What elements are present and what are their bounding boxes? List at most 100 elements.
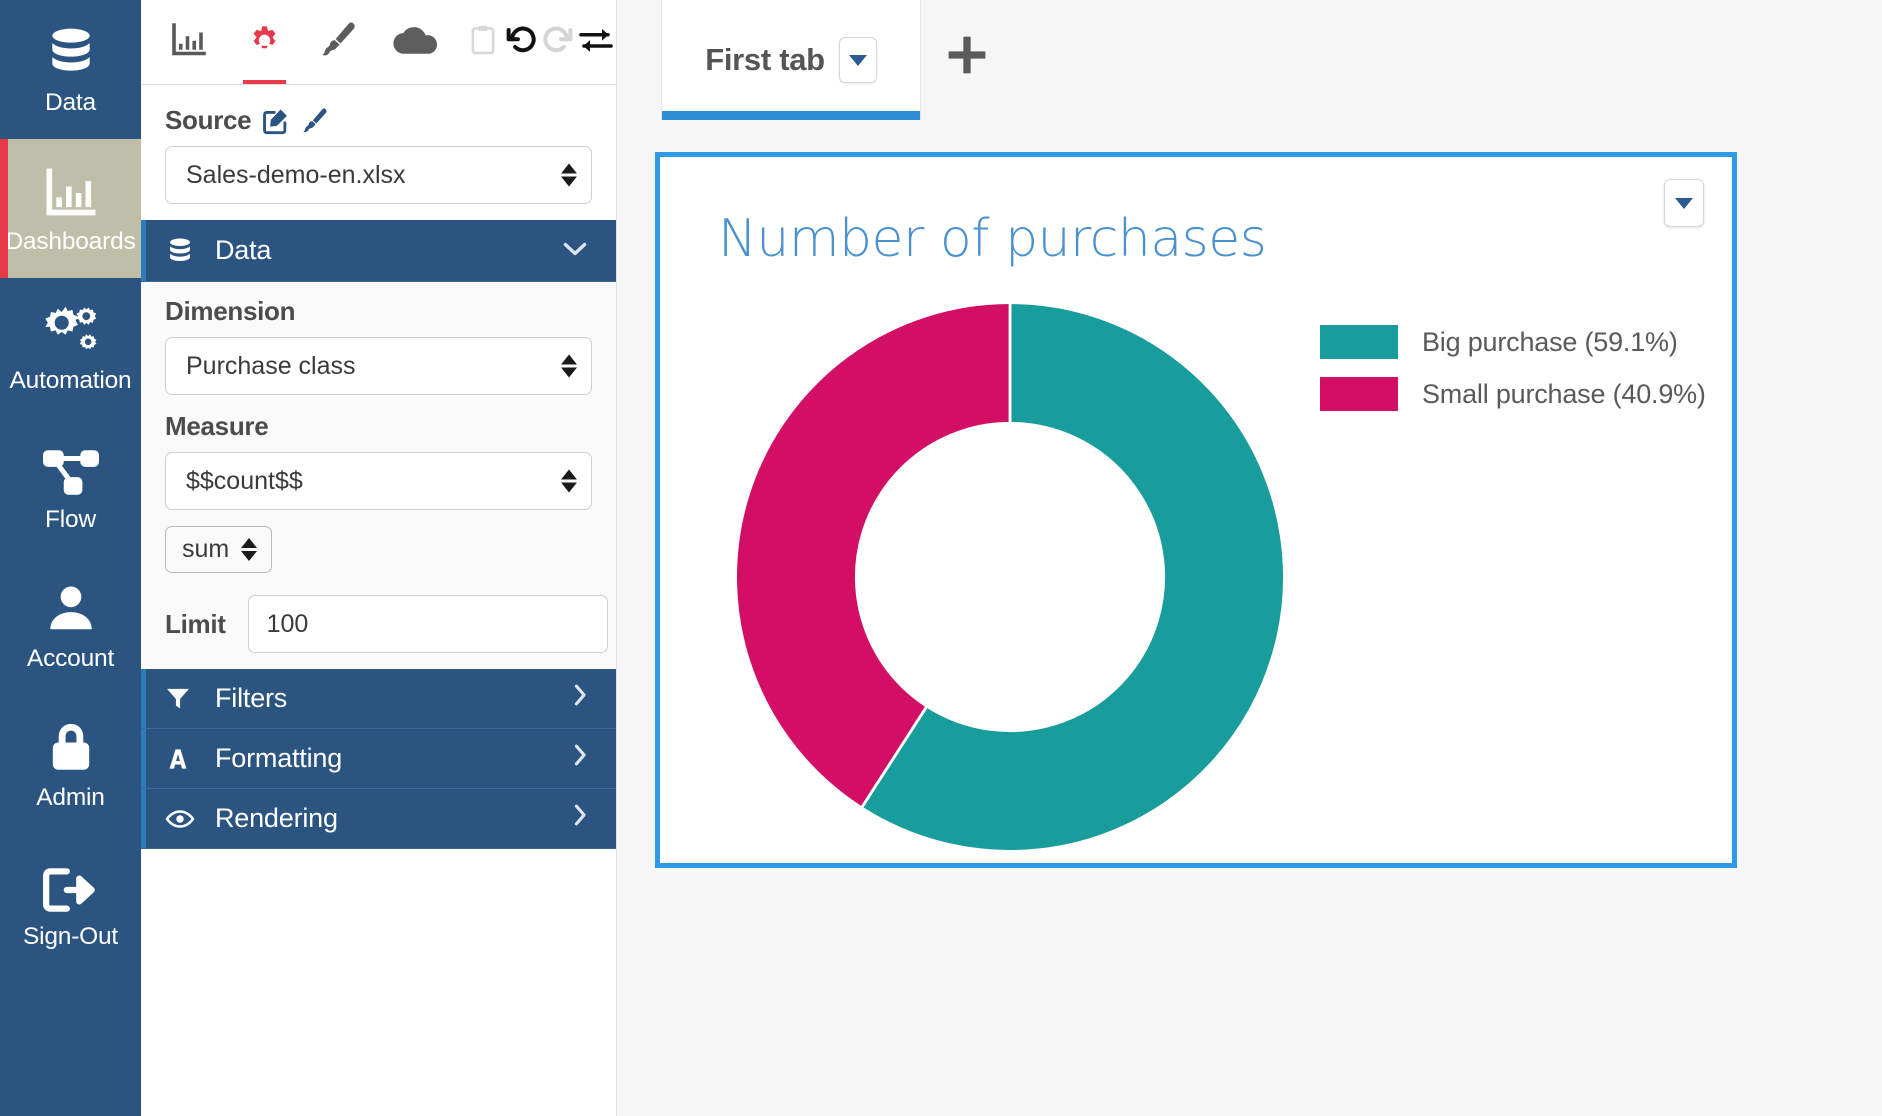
widget-config-panel: Source Sales-demo-en.xlsx Data Dimension… [141,0,617,1116]
gear-icon [242,18,286,67]
sidebar-item-label: Sign-Out [22,922,119,950]
app-root: Data Dashboards Automation Flow Account … [0,0,1882,1116]
chevron-right-icon [572,803,588,834]
chevron-down-icon [562,237,588,265]
config-toolbar [141,0,616,85]
sidebar-item-data[interactable]: Data [0,0,141,139]
measure-label: Measure [165,411,269,441]
limit-input[interactable] [247,595,608,653]
dashboard-main-area: First tab Number of purchases Big purcha… [617,0,1882,1116]
donut-chart[interactable] [730,297,1290,857]
letter-a-icon [165,746,207,772]
undo-button[interactable] [503,10,539,76]
chevron-down-icon [848,54,867,66]
redo-icon [541,23,575,62]
spinner-arrows-icon [561,354,577,378]
measure-select[interactable]: $$count$$ [165,452,592,510]
clipboard-tool-button[interactable] [465,10,501,76]
chart-title: Number of purchases [718,209,1267,269]
chevron-down-icon [1675,197,1693,209]
clipboard-icon [470,24,496,61]
sidebar-item-dashboards[interactable]: Dashboards [0,139,141,278]
dimension-select[interactable]: Purchase class [165,337,592,395]
cloud-tool-button[interactable] [390,10,442,76]
sidebar-item-sign-out[interactable]: Sign-Out [0,834,141,973]
legend-label: Big purchase (59.1%) [1422,326,1678,357]
settings-tool-button[interactable] [239,10,291,85]
database-icon [43,22,99,80]
source-select[interactable]: Sales-demo-en.xlsx [165,146,592,204]
sidebar-item-automation[interactable]: Automation [0,278,141,417]
eye-icon [165,807,207,831]
dimension-select-value: Purchase class [186,351,356,380]
funnel-icon [165,686,207,712]
rendering-section-title: Rendering [215,803,338,833]
spinner-arrows-icon [561,163,577,187]
formatting-section-title: Formatting [215,743,343,773]
aggregation-select[interactable]: sum [165,526,273,573]
filters-section-title: Filters [215,683,288,713]
donut-chart-svg [734,301,1286,853]
paintbrush-icon [319,19,361,66]
tab-label: First tab [705,42,825,77]
data-section-title: Data [215,235,272,265]
data-section-header[interactable]: Data [141,220,616,282]
limit-label: Limit [165,608,226,639]
swap-button[interactable] [578,10,614,76]
legend-label: Small purchase (40.9%) [1422,378,1706,409]
chart-widget[interactable]: Number of purchases Big purchase (59.1%) [655,152,1737,868]
bar-chart-icon [42,161,100,219]
chart-tool-button[interactable] [163,10,215,76]
dashboard-canvas: Number of purchases Big purchase (59.1%) [617,120,1882,1116]
legend-item[interactable]: Big purchase (59.1%) [1320,325,1706,359]
dimension-label: Dimension [165,296,296,326]
spinner-arrows-icon [241,538,258,561]
user-icon [44,578,98,636]
chart-legend: Big purchase (59.1%) Small purchase (40.… [1320,325,1706,429]
lock-icon [46,717,96,775]
sidebar-item-account[interactable]: Account [0,556,141,695]
database-icon [165,236,207,266]
sidebar-item-label: Automation [9,366,132,394]
gears-icon [40,300,102,358]
chevron-right-icon [572,743,588,774]
tab-first-tab[interactable]: First tab [661,0,921,120]
sidebar-item-label: Flow [45,505,96,533]
config-panel-body: Source Sales-demo-en.xlsx Data Dimension… [141,85,616,1116]
sidebar-item-admin[interactable]: Admin [0,695,141,834]
primary-navigation-rail: Data Dashboards Automation Flow Account … [0,0,141,1116]
add-tab-button[interactable] [921,0,1013,120]
sidebar-item-label: Admin [36,783,105,811]
dashboard-tab-bar: First tab [617,0,1882,120]
source-label: Source [165,105,252,135]
flow-nodes-icon [42,439,100,497]
tab-menu-button[interactable] [838,37,877,83]
sign-out-icon [42,856,100,914]
sidebar-item-label: Account [26,644,115,672]
aggregation-value: sum [182,535,230,563]
chart-icon [169,22,209,63]
spinner-arrows-icon [561,469,577,493]
rendering-section-header[interactable]: Rendering [141,789,616,849]
undo-icon [504,23,538,62]
source-section: Source Sales-demo-en.xlsx [141,85,616,220]
sidebar-item-label: Dashboards [5,227,136,255]
legend-swatch [1320,325,1398,359]
swap-icon [578,25,614,60]
measure-select-value: $$count$$ [186,466,303,495]
sidebar-item-label: Data [45,88,96,116]
chevron-right-icon [572,683,588,714]
cloud-icon [392,22,440,63]
filters-section-header[interactable]: Filters [141,669,616,729]
formatting-section-header[interactable]: Formatting [141,729,616,789]
paintbrush-icon[interactable] [301,106,331,136]
source-select-value: Sales-demo-en.xlsx [186,160,406,189]
legend-swatch [1320,377,1398,411]
edit-square-icon[interactable] [261,106,291,136]
style-tool-button[interactable] [314,10,366,76]
sidebar-item-flow[interactable]: Flow [0,417,141,556]
widget-menu-button[interactable] [1664,179,1704,227]
redo-button[interactable] [540,10,576,76]
source-label-row: Source [165,105,592,136]
legend-item[interactable]: Small purchase (40.9%) [1320,377,1706,411]
